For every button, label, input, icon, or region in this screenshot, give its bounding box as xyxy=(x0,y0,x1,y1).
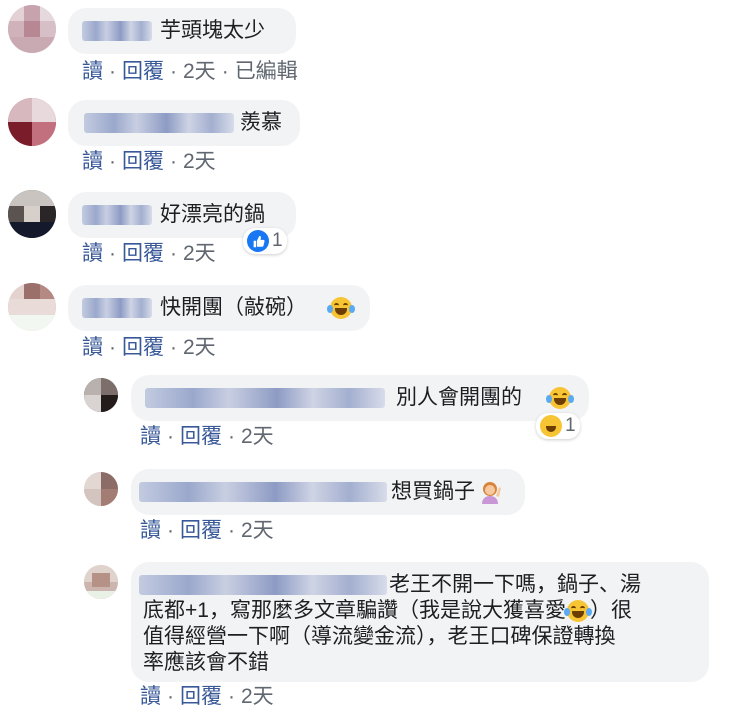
author-name[interactable] xyxy=(139,482,387,502)
reply-text-line-4: 率應該會不錯 xyxy=(143,651,269,674)
like-link[interactable]: 讀 xyxy=(82,150,103,173)
comment-bubble: 芋頭塊太少 xyxy=(68,8,296,54)
author-name[interactable] xyxy=(145,388,385,408)
author-name[interactable] xyxy=(82,298,152,318)
separator: · xyxy=(228,519,235,542)
reply-actions: 讀 · 回覆 · 2天 xyxy=(140,518,274,544)
timestamp[interactable]: 2天 xyxy=(183,336,216,359)
avatar[interactable] xyxy=(84,565,118,599)
timestamp[interactable]: 2天 xyxy=(183,242,216,265)
reaction-count: 1 xyxy=(272,230,283,251)
comment-text: 芋頭塊太少 xyxy=(160,19,265,42)
comment-text: 快開團（敲碗） xyxy=(160,296,307,319)
reaction-count: 1 xyxy=(565,415,576,436)
like-link[interactable]: 讀 xyxy=(140,519,161,542)
reply-link[interactable]: 回覆 xyxy=(180,519,222,542)
timestamp[interactable]: 2天 xyxy=(241,519,274,542)
timestamp[interactable]: 2天 xyxy=(183,150,216,173)
author-name[interactable] xyxy=(82,21,152,41)
separator: · xyxy=(167,519,174,542)
reply-bubble: 老王不開一下嗎，鍋子、湯 底都+1，寫那麼多文章騙讚（我是說大獲喜愛 ）很 值得… xyxy=(131,562,709,682)
separator: · xyxy=(109,242,116,265)
reply-link[interactable]: 回覆 xyxy=(122,336,164,359)
avatar[interactable] xyxy=(84,378,118,412)
separator: · xyxy=(167,685,174,708)
reaction-badge[interactable]: 1 xyxy=(243,228,287,254)
reply-bubble: 想買鍋子 xyxy=(131,469,525,515)
like-link[interactable]: 讀 xyxy=(140,425,161,448)
reply-link[interactable]: 回覆 xyxy=(122,150,164,173)
separator: · xyxy=(170,242,177,265)
like-link[interactable]: 讀 xyxy=(82,60,103,83)
like-link[interactable]: 讀 xyxy=(140,685,161,708)
separator: · xyxy=(221,60,229,83)
like-reaction-icon xyxy=(247,230,269,252)
comment-text: 好漂亮的鍋 xyxy=(160,203,265,226)
reply-text: 別人會開團的 xyxy=(396,386,522,409)
comment-bubble: 羨慕 xyxy=(68,100,300,146)
author-name[interactable] xyxy=(82,205,152,225)
reply-actions: 讀 · 回覆 · 2天 xyxy=(140,684,274,710)
edited-label[interactable]: 已編輯 xyxy=(235,60,298,83)
reply-text-line-2: 底都+1，寫那麼多文章騙讚（我是說大獲喜愛 ）很 xyxy=(143,599,632,623)
haha-reaction-icon xyxy=(540,415,562,437)
separator: · xyxy=(170,336,177,359)
separator: · xyxy=(109,336,116,359)
comment-text: 羨慕 xyxy=(240,111,282,134)
reply-link[interactable]: 回覆 xyxy=(180,425,222,448)
timestamp[interactable]: 2天 xyxy=(241,425,274,448)
reply-bubble: 別人會開團的 xyxy=(131,375,589,421)
timestamp[interactable]: 2天 xyxy=(241,685,274,708)
author-name[interactable] xyxy=(84,113,234,133)
like-link[interactable]: 讀 xyxy=(82,336,103,359)
comment-actions: 讀 · 回覆 · 2天 · 已編輯 xyxy=(82,59,298,85)
avatar[interactable] xyxy=(8,5,56,53)
separator: · xyxy=(228,425,235,448)
separator: · xyxy=(170,150,177,173)
person-raising-hand-emoji-icon xyxy=(479,480,501,504)
avatar[interactable] xyxy=(8,283,56,331)
reply-link[interactable]: 回覆 xyxy=(180,685,222,708)
author-name[interactable] xyxy=(139,575,387,595)
reply-actions: 讀 · 回覆 · 2天 xyxy=(140,424,274,450)
separator: · xyxy=(170,60,177,83)
separator: · xyxy=(109,150,116,173)
reply-text-line-1: 老王不開一下嗎，鍋子、湯 xyxy=(389,573,641,596)
separator: · xyxy=(109,60,116,83)
avatar[interactable] xyxy=(8,190,56,238)
reply-link[interactable]: 回覆 xyxy=(122,60,164,83)
laughing-crying-emoji-icon xyxy=(546,387,574,409)
comment-bubble: 快開團（敲碗） xyxy=(68,285,370,331)
reaction-badge[interactable]: 1 xyxy=(536,413,580,439)
laughing-crying-emoji-icon xyxy=(563,600,592,623)
reply-link[interactable]: 回覆 xyxy=(122,242,164,265)
laughing-crying-emoji-icon xyxy=(327,297,355,319)
like-link[interactable]: 讀 xyxy=(82,242,103,265)
comment-actions: 讀 · 回覆 · 2天 xyxy=(82,241,216,267)
reply-text-line-3: 值得經營一下啊（導流變金流），老王口碑保證轉換 xyxy=(143,625,616,648)
comment-actions: 讀 · 回覆 · 2天 xyxy=(82,149,216,175)
separator: · xyxy=(167,425,174,448)
separator: · xyxy=(228,685,235,708)
avatar[interactable] xyxy=(84,472,118,506)
timestamp[interactable]: 2天 xyxy=(183,60,216,83)
reply-text: 想買鍋子 xyxy=(391,480,475,503)
avatar[interactable] xyxy=(8,98,56,146)
comment-actions: 讀 · 回覆 · 2天 xyxy=(82,335,216,361)
